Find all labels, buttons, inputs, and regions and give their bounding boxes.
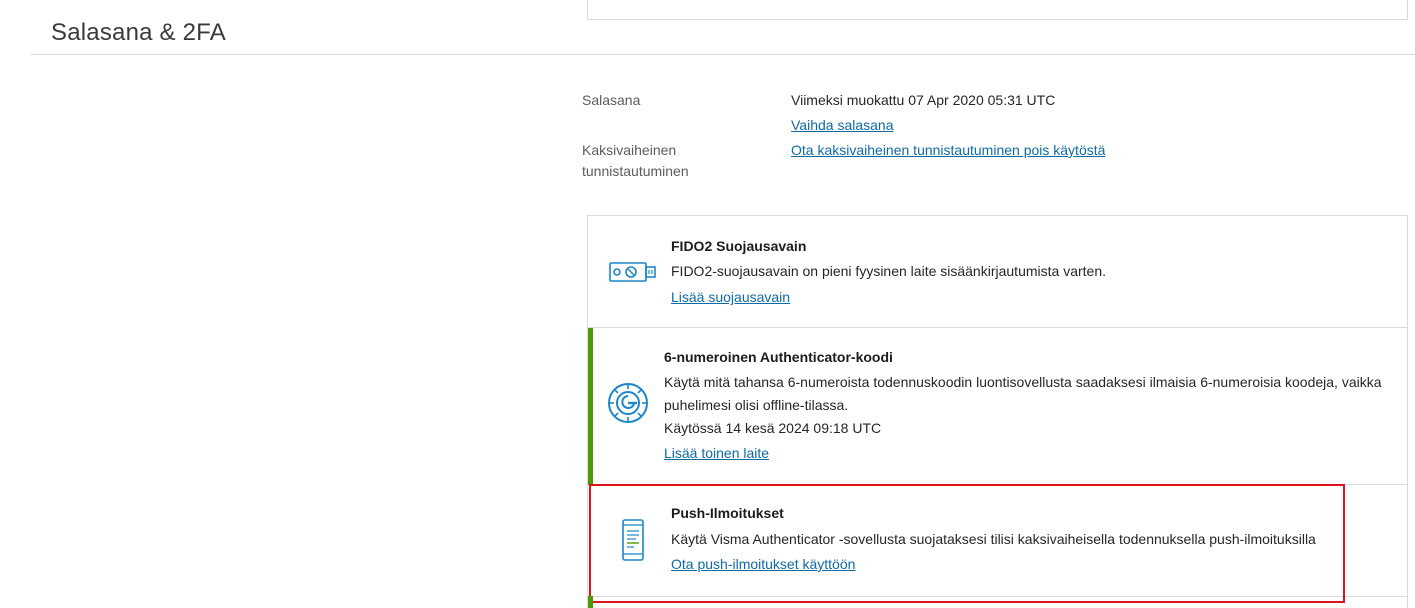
method-fido2: FIDO2 Suojausavain FIDO2-suojausavain on…	[588, 216, 1407, 328]
authenticator-link-wrap: Lisää toinen laite	[664, 443, 769, 463]
disable-twofa-link[interactable]: Ota kaksivaiheinen tunnistautuminen pois…	[791, 142, 1105, 158]
add-another-device-link[interactable]: Lisää toinen laite	[664, 445, 769, 461]
password-last-modified: Viimeksi muokattu 07 Apr 2020 05:31 UTC	[791, 92, 1056, 108]
next-method-active-bar	[588, 596, 593, 608]
push-title: Push-Ilmoitukset	[671, 505, 784, 521]
authenticator-in-use: Käytössä 14 kesä 2024 09:18 UTC	[664, 420, 882, 436]
disable-twofa-link-wrap: Ota kaksivaiheinen tunnistautuminen pois…	[791, 140, 1105, 161]
fido2-description: FIDO2-suojausavain on pieni fyysinen lai…	[671, 263, 1106, 279]
twofa-methods-list: FIDO2 Suojausavain FIDO2-suojausavain on…	[587, 215, 1408, 608]
change-password-link-wrap: Vaihda salasana	[791, 115, 893, 136]
push-link-wrap: Ota push-ilmoitukset käyttöön	[671, 554, 855, 574]
method-authenticator: 6-numeroinen Authenticator-koodi Käytä m…	[588, 328, 1407, 485]
password-label: Salasana	[582, 92, 641, 108]
page-title: Salasana & 2FA	[51, 19, 226, 46]
twofa-label-line1: Kaksivaiheinen	[582, 142, 677, 158]
top-section-box	[587, 0, 1408, 20]
phone-icon	[622, 519, 644, 564]
title-divider	[31, 54, 1415, 55]
authenticator-icon	[607, 382, 649, 427]
fido2-title: FIDO2 Suojausavain	[671, 238, 807, 254]
twofa-label: Kaksivaiheinen tunnistautuminen	[582, 140, 689, 182]
fido2-link-wrap: Lisää suojausavain	[671, 287, 790, 307]
enable-push-link[interactable]: Ota push-ilmoitukset käyttöön	[671, 556, 855, 572]
twofa-label-line2: tunnistautuminen	[582, 163, 689, 179]
authenticator-description-line1: Käytä mitä tahansa 6-numeroista todennus…	[664, 374, 1382, 390]
authenticator-description-line2: puhelimesi olisi offline-tilassa.	[664, 397, 849, 413]
authenticator-title: 6-numeroinen Authenticator-koodi	[664, 349, 893, 365]
push-description: Käytä Visma Authenticator -sovellusta su…	[671, 531, 1316, 547]
add-security-key-link[interactable]: Lisää suojausavain	[671, 289, 790, 305]
method-push: Push-Ilmoitukset Käytä Visma Authenticat…	[588, 485, 1407, 597]
authenticator-description: Käytä mitä tahansa 6-numeroista todennus…	[664, 371, 1382, 417]
usb-key-icon	[609, 261, 657, 286]
change-password-link[interactable]: Vaihda salasana	[791, 117, 893, 133]
